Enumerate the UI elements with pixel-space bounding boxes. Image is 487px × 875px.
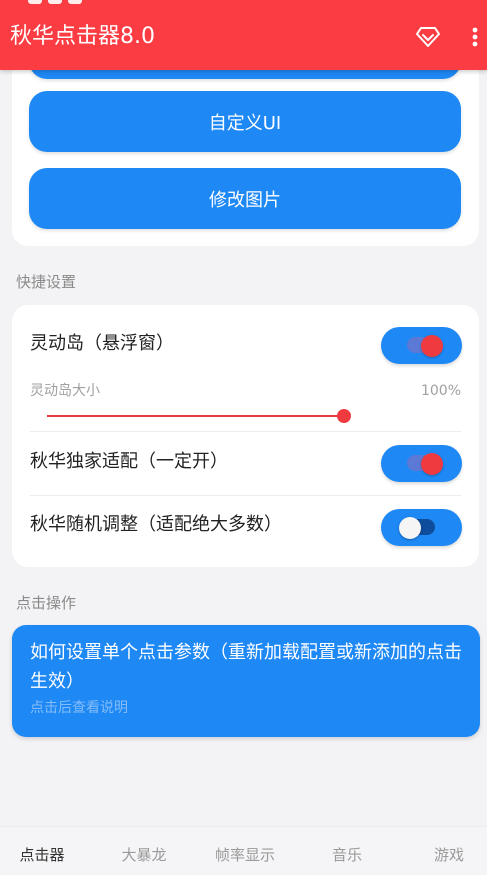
dynamic-island-label: 灵动岛（悬浮窗）	[30, 333, 174, 354]
divider	[30, 431, 461, 432]
app-bar: 秋华点击器8.0	[0, 0, 487, 70]
diamond-icon	[416, 27, 440, 47]
custom-ui-button[interactable]: 自定义UI	[29, 91, 461, 152]
quick-settings-card: 灵动岛（悬浮窗） 灵动岛大小 100% 秋华独家适配（一定开） 秋华随机调整（适…	[12, 305, 479, 567]
status-icon	[68, 0, 82, 4]
slider-fill	[47, 415, 344, 417]
random-adjust-toggle[interactable]	[381, 509, 462, 546]
island-size-slider[interactable]	[47, 408, 351, 424]
island-size-value: 100%	[420, 383, 461, 399]
exclusive-adapt-toggle[interactable]	[381, 445, 462, 482]
more-options-button[interactable]	[459, 20, 487, 54]
nav-item-clicker[interactable]: 点击器	[19, 845, 64, 865]
nav-item-dabaolong[interactable]: 大暴龙	[121, 845, 166, 865]
click-help-card[interactable]: 如何设置单个点击参数（重新加载配置或新添加的点击生效） 点击后查看说明	[12, 625, 480, 737]
click-help-subtitle: 点击后查看说明	[30, 700, 128, 716]
app-title: 秋华点击器8.0	[10, 24, 155, 49]
diamond-button[interactable]	[412, 20, 444, 54]
actions-card: 自定义UI 修改图片	[12, 18, 479, 246]
more-vert-icon	[472, 27, 478, 47]
status-icon	[48, 0, 62, 4]
edit-image-button[interactable]: 修改图片	[29, 168, 461, 229]
nav-item-games[interactable]: 游戏	[434, 845, 464, 865]
status-icon	[28, 0, 42, 4]
bottom-nav: 点击器 大暴龙 帧率显示 音乐 游戏	[0, 826, 487, 875]
toggle-thumb	[399, 517, 421, 539]
island-size-label: 灵动岛大小	[30, 383, 100, 399]
dynamic-island-toggle[interactable]	[381, 327, 462, 364]
click-ops-header: 点击操作	[16, 594, 77, 612]
click-help-title: 如何设置单个点击参数（重新加载配置或新添加的点击生效）	[30, 642, 462, 692]
exclusive-adapt-label: 秋华独家适配（一定开）	[30, 451, 228, 472]
nav-item-fps-display[interactable]: 帧率显示	[215, 845, 275, 865]
slider-thumb[interactable]	[337, 409, 351, 423]
divider	[30, 495, 461, 496]
toggle-thumb	[421, 335, 443, 357]
nav-item-music[interactable]: 音乐	[332, 845, 362, 865]
quick-settings-header: 快捷设置	[16, 273, 77, 291]
random-adjust-label: 秋华随机调整（适配绝大多数）	[30, 514, 282, 535]
status-bar-partial	[28, 0, 82, 4]
toggle-thumb	[421, 453, 443, 475]
